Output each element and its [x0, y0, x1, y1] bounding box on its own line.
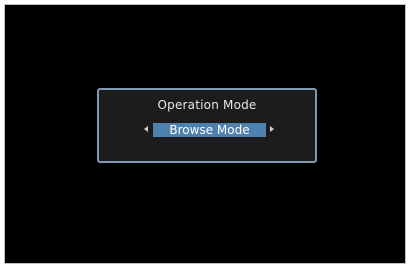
right-arrow-icon[interactable]	[270, 126, 274, 132]
operation-mode-dialog: Operation Mode Browse Mode	[97, 88, 317, 163]
mode-selector[interactable]: Browse Mode	[99, 123, 315, 137]
left-arrow-icon[interactable]	[144, 126, 148, 132]
selected-mode-value[interactable]: Browse Mode	[153, 123, 266, 137]
tv-screen: Operation Mode Browse Mode	[4, 4, 406, 264]
dialog-title: Operation Mode	[157, 98, 257, 112]
